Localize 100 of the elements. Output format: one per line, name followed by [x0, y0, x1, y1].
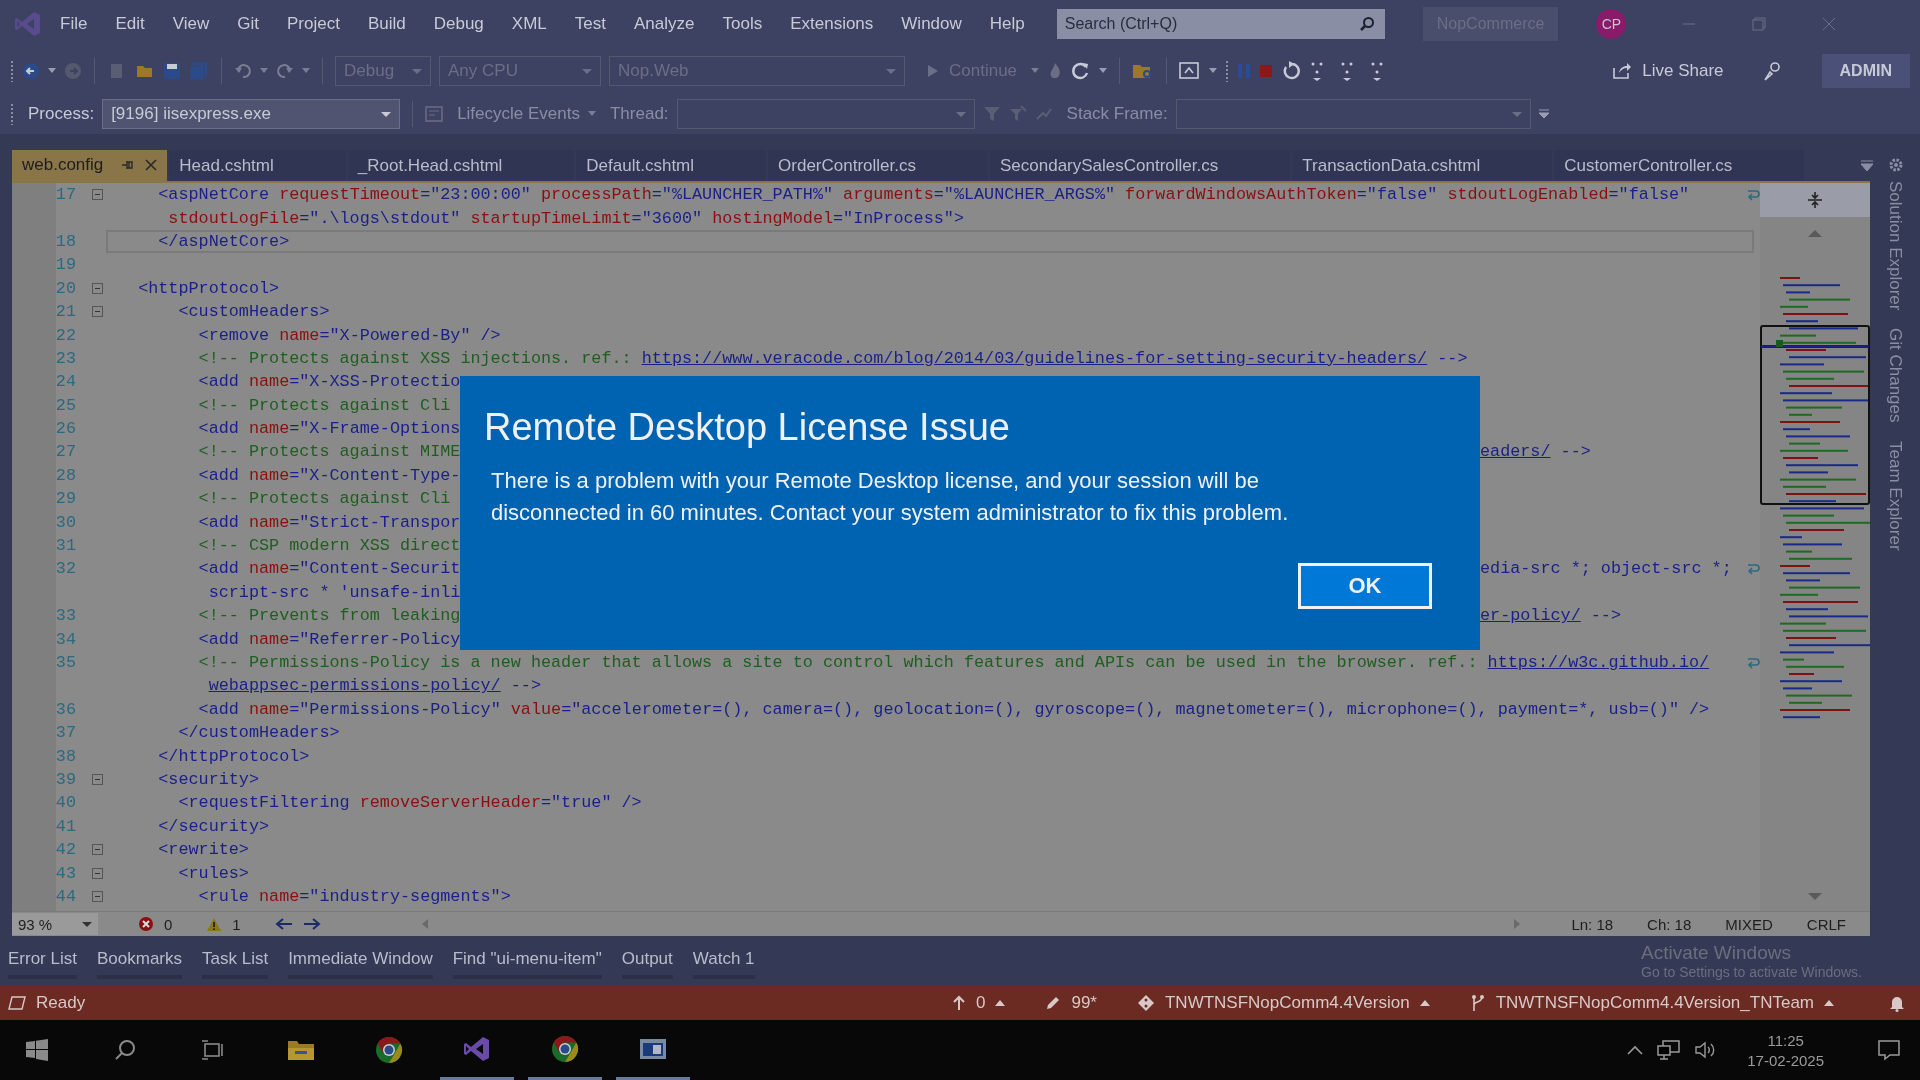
clock-date[interactable]: 17-02-2025 [1747, 1051, 1824, 1069]
output-icon[interactable] [8, 995, 26, 1011]
close-icon[interactable] [145, 158, 158, 171]
document-tab[interactable]: _Root.Head.cshtml [347, 150, 575, 181]
admin-badge[interactable]: ADMIN [1821, 54, 1910, 88]
collapse-icon[interactable] [91, 844, 103, 856]
link[interactable]: eaders/ [1480, 442, 1551, 462]
menu-item[interactable]: Build [367, 14, 406, 34]
tool-window-tab[interactable]: Output [621, 943, 673, 979]
menu-item[interactable]: View [172, 14, 210, 34]
changes-count[interactable]: 99* [1071, 993, 1097, 1013]
bell-icon[interactable] [1888, 994, 1906, 1012]
document-tab[interactable]: Default.cshtml [576, 150, 767, 181]
document-tab[interactable]: CustomerController.cs [1554, 150, 1805, 181]
toolbar-grip[interactable] [10, 60, 14, 82]
ok-button[interactable]: OK [1298, 563, 1432, 609]
collapse-icon[interactable] [91, 773, 103, 785]
caret-icon[interactable] [302, 68, 310, 74]
error-icon[interactable] [138, 916, 154, 932]
menu-item[interactable]: Analyze [634, 14, 695, 34]
push-count[interactable]: 0 [975, 993, 986, 1013]
caret-icon[interactable] [260, 68, 268, 74]
undo-icon[interactable] [234, 62, 252, 80]
tool-window-tab[interactable]: Find "ui-menu-item" [452, 943, 602, 979]
user-avatar[interactable]: CP [1596, 9, 1627, 39]
link[interactable]: https://w3c.github.io/ [1487, 653, 1710, 672]
tool-window-tab[interactable]: Bookmarks [96, 943, 182, 979]
tool-window-tab[interactable]: Watch 1 [692, 943, 755, 979]
tab-list-icon[interactable] [1860, 159, 1874, 173]
caret-up-icon[interactable] [1419, 1000, 1430, 1006]
collapse-icon[interactable] [91, 890, 103, 902]
folder-icon[interactable] [287, 1038, 315, 1062]
menu-item[interactable]: Project [287, 14, 340, 34]
browser-icon[interactable] [551, 1034, 579, 1063]
warning-icon[interactable] [206, 916, 223, 932]
encoding-indicator[interactable]: MIXED [1725, 915, 1773, 933]
save-icon[interactable] [163, 62, 181, 80]
window-icon[interactable] [639, 1036, 667, 1061]
menu-item[interactable]: File [60, 14, 88, 34]
link[interactable]: er-policy/ [1480, 606, 1581, 626]
browser-icon[interactable] [375, 1036, 403, 1064]
arrow-left-icon[interactable] [274, 917, 293, 931]
side-panel-tab[interactable]: Solution Explorer [1885, 181, 1905, 311]
menu-item[interactable]: Help [989, 14, 1025, 34]
line-ending-indicator[interactable]: CRLF [1806, 915, 1846, 933]
git-repository-icon[interactable] [1136, 994, 1155, 1012]
task-view-icon[interactable] [201, 1039, 225, 1061]
clock-time[interactable]: 11:25 [1767, 1031, 1804, 1049]
branch-name[interactable]: TNWTNSFNopComm4.4Version_TNTeam [1495, 993, 1814, 1013]
caret-icon[interactable] [1031, 68, 1040, 74]
menu-item[interactable]: Extensions [790, 14, 874, 34]
document-tab[interactable]: web.config [12, 150, 168, 181]
menu-item[interactable]: Tools [722, 14, 763, 34]
tool-window-tab[interactable]: Task List [202, 943, 269, 979]
tool-window-tab[interactable]: Error List [8, 943, 77, 979]
document-tab[interactable]: Head.cshtml [169, 150, 346, 181]
collapse-icon[interactable] [91, 867, 103, 879]
search-icon[interactable] [114, 1039, 136, 1061]
search-field[interactable]: Search (Ctrl+Q) [1056, 9, 1385, 39]
link[interactable]: https://www.veracode.com/blog/2014/03/guidelines-for-setting-security-headers/ [641, 348, 1428, 368]
caret-icon[interactable] [1099, 68, 1108, 74]
redo-icon[interactable] [276, 62, 294, 80]
repository-name[interactable]: TNWTNSFNopComm4.4Version [1164, 993, 1410, 1013]
side-panel-tab[interactable]: Git Changes [1885, 328, 1905, 423]
restart-icon[interactable] [1281, 61, 1302, 81]
collapse-icon[interactable] [91, 306, 103, 318]
overflow-icon[interactable] [1538, 109, 1549, 119]
arrow-up-icon[interactable] [951, 995, 966, 1011]
back-icon[interactable] [22, 62, 40, 80]
start-icon[interactable] [26, 1039, 48, 1061]
zoom-dropdown[interactable]: 93 % [12, 913, 98, 935]
close-icon[interactable] [1822, 17, 1837, 31]
caret-icon[interactable] [48, 68, 56, 74]
pin-icon[interactable] [121, 158, 136, 171]
document-tab[interactable]: OrderController.cs [768, 150, 988, 181]
link[interactable]: webappsec-permissions-policy/ [208, 676, 501, 696]
arrow-right-icon[interactable] [302, 917, 321, 931]
caret-up-icon[interactable] [995, 1000, 1006, 1006]
menu-item[interactable]: Git [237, 14, 259, 34]
network-icon[interactable] [1657, 1040, 1682, 1060]
collapse-icon[interactable] [91, 189, 103, 201]
menu-item[interactable]: Debug [433, 14, 484, 34]
notification-icon[interactable] [1878, 1039, 1900, 1061]
live-share-button[interactable]: Live Share [1606, 61, 1730, 81]
pencil-icon[interactable] [1045, 995, 1062, 1011]
tool-window-tab[interactable]: Immediate Window [288, 943, 433, 979]
branch-icon[interactable] [1469, 994, 1486, 1012]
split-icon[interactable] [1807, 191, 1823, 209]
menu-item[interactable]: Window [901, 14, 962, 34]
menu-item[interactable]: Edit [115, 14, 145, 34]
settings-icon[interactable] [1888, 157, 1904, 173]
collapse-icon[interactable] [91, 282, 103, 294]
caret-icon[interactable] [1209, 68, 1218, 74]
document-tab[interactable]: TransactionData.cshtml [1292, 150, 1553, 181]
document-tab[interactable]: SecondarySalesController.cs [990, 150, 1291, 181]
chevron-up-icon[interactable] [1627, 1045, 1644, 1055]
menu-item[interactable]: XML [511, 14, 547, 34]
caret-up-icon[interactable] [1824, 1000, 1834, 1006]
app-logo-icon[interactable] [463, 1034, 491, 1063]
menu-item[interactable]: Test [574, 14, 606, 34]
